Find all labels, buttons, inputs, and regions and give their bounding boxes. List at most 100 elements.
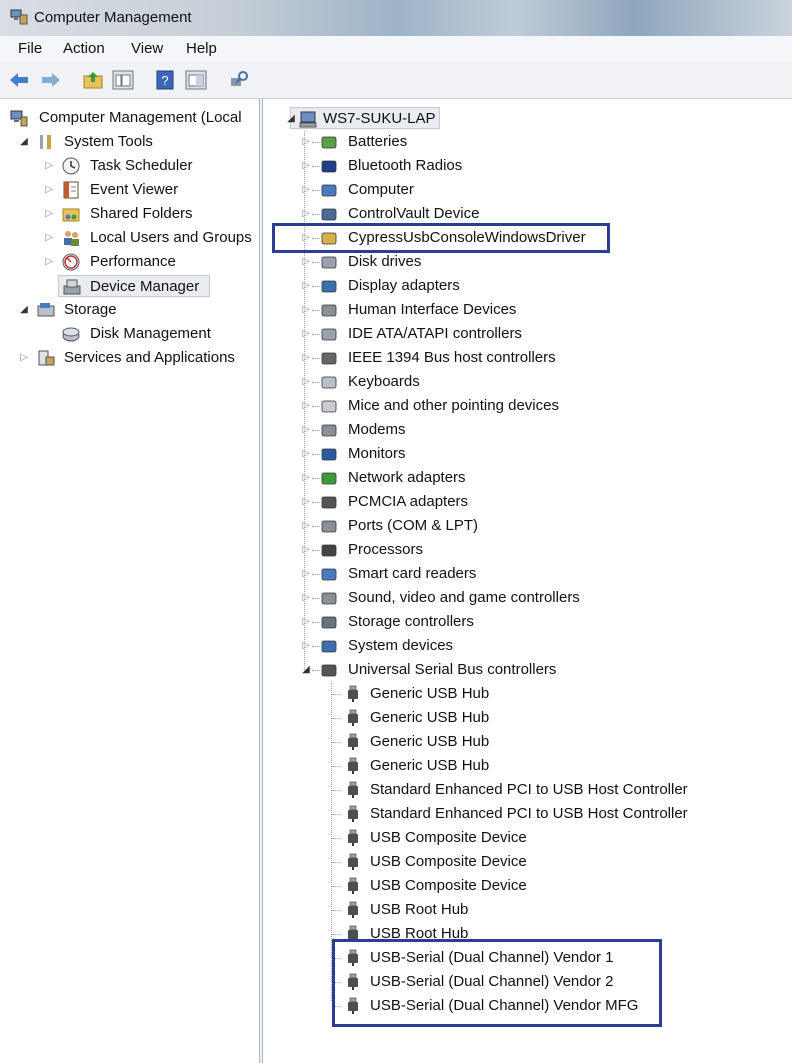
expand-icon[interactable]: ▷ — [300, 155, 312, 177]
menu-action[interactable]: Action — [63, 40, 105, 57]
device-category[interactable]: ▷ Computer — [300, 179, 760, 201]
device-category[interactable]: ▷ Disk drives — [300, 251, 760, 273]
processor-icon — [321, 544, 337, 557]
tree-item-local-users-and-groups[interactable]: ▷ Local Users and Groups — [0, 227, 258, 249]
expand-icon[interactable]: ▷ — [300, 347, 312, 369]
device-category[interactable]: ▷ ControlVault Device — [300, 203, 760, 225]
expand-icon[interactable]: ▷ — [43, 227, 55, 249]
device-category[interactable]: ▷ Smart card readers — [300, 563, 760, 585]
device-category[interactable]: ▷ Processors — [300, 539, 760, 561]
device-tree-root[interactable]: ◢ WS7-SUKU-LAP — [287, 107, 440, 129]
menu-view[interactable]: View — [131, 40, 163, 57]
expand-icon[interactable]: ▷ — [300, 251, 312, 273]
tree-item-event-viewer[interactable]: ▷ Event Viewer — [0, 179, 258, 201]
expand-icon[interactable]: ▷ — [300, 587, 312, 609]
device-category[interactable]: ▷ Human Interface Devices — [300, 299, 760, 321]
expand-icon[interactable]: ▷ — [300, 371, 312, 393]
tree-item-task-scheduler[interactable]: ▷ Task Scheduler — [0, 155, 258, 177]
expand-icon[interactable]: ▷ — [300, 323, 312, 345]
device-category[interactable]: ▷ Modems — [300, 419, 760, 441]
device-scan-icon[interactable] — [228, 70, 250, 90]
expand-icon[interactable]: ▷ — [300, 491, 312, 513]
device-category-label: Ports (COM & LPT) — [348, 517, 479, 534]
device-category[interactable]: ▷ Keyboards — [300, 371, 760, 393]
device-category-label: System devices — [348, 637, 454, 654]
up-folder-icon[interactable] — [82, 70, 104, 90]
device-category[interactable]: ▷ System devices — [300, 635, 760, 657]
device-category[interactable]: ▷ Storage controllers — [300, 611, 760, 633]
usb-device[interactable]: Generic USB Hub — [332, 683, 772, 705]
menu-help[interactable]: Help — [186, 40, 217, 57]
expand-icon[interactable]: ▷ — [300, 419, 312, 441]
expand-icon[interactable]: ▷ — [43, 155, 55, 177]
tree-item-performance[interactable]: ▷ Performance — [0, 251, 258, 273]
usb-device[interactable]: USB Composite Device — [332, 875, 772, 897]
usb-device[interactable]: USB Composite Device — [332, 827, 772, 849]
expand-icon[interactable]: ▷ — [300, 395, 312, 417]
device-category[interactable]: ▷ Display adapters — [300, 275, 760, 297]
device-category[interactable]: ▷ Bluetooth Radios — [300, 155, 760, 177]
tree-item-shared-folders[interactable]: ▷ Shared Folders — [0, 203, 258, 225]
expand-icon[interactable]: ▷ — [43, 179, 55, 201]
device-category[interactable]: ▷ Sound, video and game controllers — [300, 587, 760, 609]
device-category[interactable]: ▷ IEEE 1394 Bus host controllers — [300, 347, 760, 369]
forward-arrow-icon[interactable] — [40, 70, 62, 90]
device-category-label: Storage controllers — [348, 613, 474, 630]
expand-icon[interactable]: ▷ — [300, 443, 312, 465]
tree-guide — [332, 934, 340, 935]
expand-icon[interactable]: ▷ — [300, 635, 312, 657]
usb-device[interactable]: Generic USB Hub — [332, 731, 772, 753]
back-arrow-icon[interactable] — [8, 70, 30, 90]
device-category-label: Keyboards — [348, 373, 420, 390]
expand-icon[interactable]: ▷ — [18, 347, 30, 369]
usb-device[interactable]: Generic USB Hub — [332, 755, 772, 777]
usb-device-label: Standard Enhanced PCI to USB Host Contro… — [370, 805, 688, 822]
show-hide-tree-icon[interactable] — [112, 70, 134, 90]
collapse-icon[interactable]: ◢ — [18, 299, 30, 321]
expand-icon[interactable]: ▷ — [300, 467, 312, 489]
expand-icon[interactable]: ▷ — [300, 275, 312, 297]
expand-icon[interactable]: ▷ — [300, 611, 312, 633]
tree-item-services-and-applications[interactable]: ▷ Services and Applications — [0, 347, 258, 369]
device-category[interactable]: ▷ IDE ATA/ATAPI controllers — [300, 323, 760, 345]
device-category[interactable]: ▷ Ports (COM & LPT) — [300, 515, 760, 537]
tree-item-storage[interactable]: ◢ Storage — [0, 299, 258, 321]
menu-file[interactable]: File — [18, 40, 42, 57]
device-category[interactable]: ▷ Mice and other pointing devices — [300, 395, 760, 417]
expand-icon[interactable]: ▷ — [300, 539, 312, 561]
collapse-icon[interactable]: ◢ — [300, 659, 312, 681]
expand-icon[interactable]: ▷ — [43, 251, 55, 273]
properties-icon[interactable] — [185, 70, 207, 90]
tree-label: Task Scheduler — [90, 157, 193, 174]
expand-icon[interactable]: ▷ — [300, 131, 312, 153]
tree-item-system-tools[interactable]: ◢ System Tools — [0, 131, 258, 153]
device-root-label: WS7-SUKU-LAP — [323, 110, 436, 127]
usb-device[interactable]: USB Composite Device — [332, 851, 772, 873]
tree-item-computer-management[interactable]: Computer Management (Local — [0, 107, 258, 129]
device-category[interactable]: ▷ Batteries — [300, 131, 760, 153]
collapse-icon[interactable]: ◢ — [285, 108, 297, 130]
usb-device[interactable]: USB Root Hub — [332, 899, 772, 921]
expand-icon[interactable]: ▷ — [300, 203, 312, 225]
expand-icon[interactable]: ▷ — [43, 203, 55, 225]
expand-icon[interactable]: ▷ — [300, 299, 312, 321]
expand-icon[interactable]: ▷ — [300, 515, 312, 537]
pane-splitter[interactable] — [259, 99, 263, 1063]
device-category[interactable]: ▷ Network adapters — [300, 467, 760, 489]
device-category[interactable]: ▷ Monitors — [300, 443, 760, 465]
tree-item-disk-management[interactable]: Disk Management — [0, 323, 258, 345]
expand-icon[interactable]: ▷ — [300, 563, 312, 585]
tree-item-device-manager[interactable]: Device Manager — [58, 275, 210, 297]
usb-icon — [321, 664, 337, 677]
usb-device[interactable]: Standard Enhanced PCI to USB Host Contro… — [332, 803, 772, 825]
tree-guide — [332, 766, 340, 767]
help-icon[interactable]: ? — [155, 70, 177, 90]
controlvault-icon — [321, 208, 337, 221]
usb-device[interactable]: Generic USB Hub — [332, 707, 772, 729]
collapse-icon[interactable]: ◢ — [18, 131, 30, 153]
usb-device[interactable]: Standard Enhanced PCI to USB Host Contro… — [332, 779, 772, 801]
highlight-box-cypress — [272, 223, 610, 253]
device-category[interactable]: ◢ Universal Serial Bus controllers — [300, 659, 760, 681]
expand-icon[interactable]: ▷ — [300, 179, 312, 201]
device-category[interactable]: ▷ PCMCIA adapters — [300, 491, 760, 513]
